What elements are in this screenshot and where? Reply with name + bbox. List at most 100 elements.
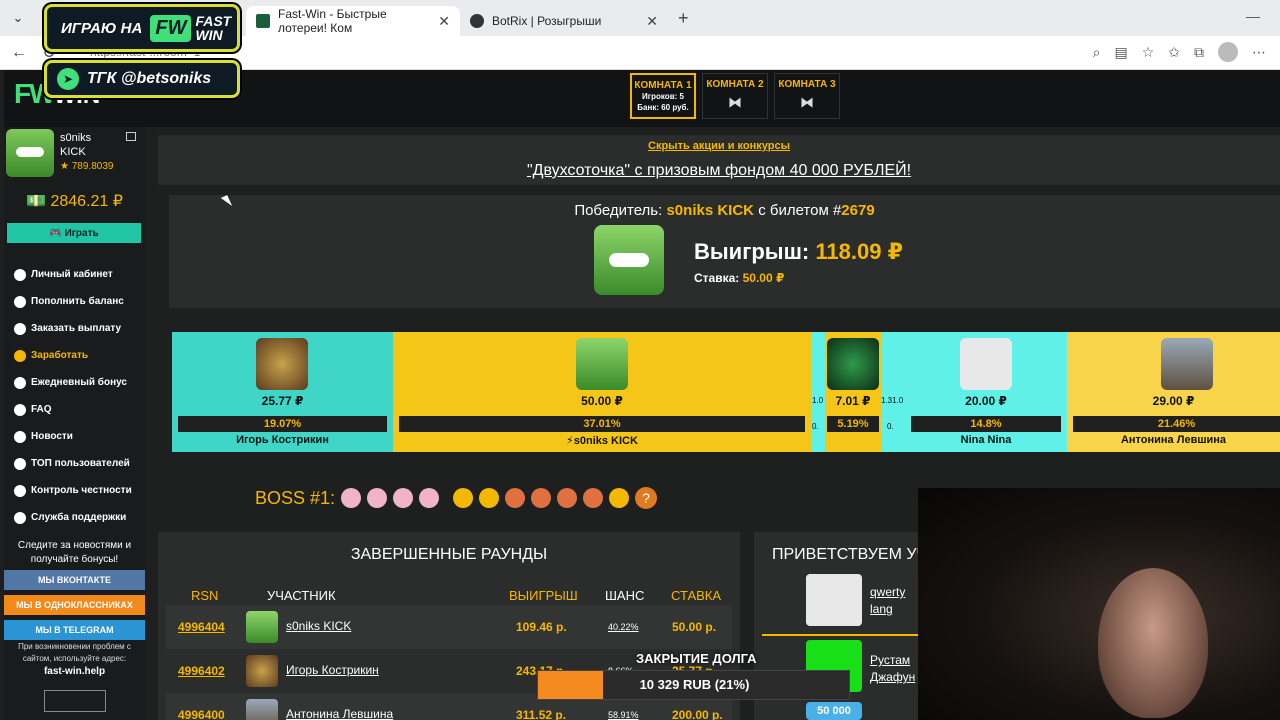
sidebar-item-withdraw[interactable]: Заказать выплату	[4, 315, 145, 342]
round-bet: 50.00 р.	[672, 620, 717, 634]
player-avatar	[576, 338, 628, 390]
round-win: 109.46 р.	[516, 620, 567, 634]
player-card[interactable]: 1.0 0.	[811, 332, 825, 452]
trophy-icon	[14, 457, 26, 470]
reader-icon[interactable]: ▤	[1114, 44, 1127, 61]
favorite-star-icon[interactable]: ☆	[1142, 44, 1155, 61]
player-card[interactable]: 25.77 ₽ 19.07% Игорь Кострикин	[172, 332, 393, 452]
vk-button[interactable]: МЫ ВКОНТАКТЕ	[4, 570, 145, 590]
sidebar-item-news[interactable]: Новости	[4, 423, 145, 450]
sidebar-item-account[interactable]: Личный кабинет	[4, 261, 145, 288]
round-player-name[interactable]: Игорь Кострикин	[286, 663, 379, 677]
player-percent: 37.01%	[399, 416, 805, 432]
winner-prefix: Победитель:	[574, 202, 663, 219]
col-header-player: УЧАСТНИК	[267, 588, 336, 603]
collections-icon[interactable]: ⧉	[1194, 44, 1204, 61]
round-player-name[interactable]: Антонина Левшина	[286, 707, 393, 720]
sidebar-item-top-users[interactable]: ТОП пользователей	[4, 450, 145, 477]
promo-contest-link[interactable]: "Двухсоточка" с призовым фондом 40 000 Р…	[158, 157, 1280, 185]
gift-icon	[14, 376, 26, 389]
profile-avatar-icon[interactable]	[1218, 42, 1238, 62]
sidebar-item-label: Личный кабинет	[31, 269, 113, 280]
fast-win-favicon-icon	[256, 14, 270, 28]
user-avatar[interactable]	[6, 129, 54, 177]
promo-text: ИГРАЮ НА	[61, 19, 143, 37]
hand-emoji-icon[interactable]	[609, 488, 630, 508]
room-name: КОМНАТА 2	[706, 79, 764, 90]
shuffle-icon	[14, 484, 26, 497]
kiss-emoji-icon[interactable]	[505, 488, 526, 508]
boss-help-icon[interactable]: ?	[635, 487, 658, 509]
round-rsn-link[interactable]: 4996402	[178, 664, 225, 678]
player-card[interactable]: 1.31.0 0.	[881, 332, 905, 452]
bookmark-icon	[14, 430, 26, 443]
streamer-face	[1098, 568, 1208, 718]
player-card[interactable]: 50.00 ₽ 37.01% ⚡s0niks KICK	[393, 332, 811, 452]
botrix-favicon-icon	[470, 14, 484, 28]
tab-list-dropdown-icon[interactable]: ⌄	[0, 0, 36, 36]
backup-address-text: При возникновении проблем с сайтом, испо…	[4, 641, 145, 678]
sidebar-item-label: Новости	[31, 431, 73, 442]
sidebar-item-faq[interactable]: FAQ	[4, 396, 145, 423]
money-icon	[14, 349, 26, 362]
sidebar-item-deposit[interactable]: Пополнить баланс	[4, 288, 145, 315]
kiss-emoji-icon[interactable]	[531, 488, 552, 508]
tab-botrix[interactable]: BotRix | Розыгрыши ✕	[460, 6, 668, 36]
close-tab-icon[interactable]: ✕	[438, 13, 450, 30]
sidebar-item-fairness[interactable]: Контроль честности	[4, 477, 145, 504]
angry-emoji-icon[interactable]	[557, 488, 578, 508]
round-rsn-link[interactable]: 4996400	[178, 708, 225, 720]
divider	[762, 634, 922, 636]
play-button[interactable]: 🎮 Играть	[7, 223, 141, 243]
player-card[interactable]: 29.00 ₽ 21.46% Антонина Левшина	[1067, 332, 1280, 452]
backup-url-link[interactable]: fast-win.help	[4, 666, 145, 678]
round-chance[interactable]: 40.22%	[608, 622, 639, 632]
round-avatar	[246, 655, 278, 687]
new-user-name[interactable]: Рустам Джафун	[870, 652, 915, 686]
sidebar-item-label: Заказать выплату	[31, 323, 122, 334]
round-rsn-link[interactable]: 4996404	[178, 620, 225, 634]
sidebar: s0niks KICK ★ 789.8039 💵 2846.21 ₽ 🎮 Игр…	[4, 127, 145, 720]
room-3-tab[interactable]: КОМНАТА 3 ⧓	[774, 73, 840, 119]
new-tab-icon[interactable]: +	[678, 8, 689, 29]
sidebar-item-label: ТОП пользователей	[31, 458, 130, 469]
laughing-emoji-icon[interactable]	[453, 488, 474, 508]
ok-button[interactable]: МЫ В ОДНОКЛАССНИКАХ	[4, 595, 145, 615]
stream-telegram-badge: ➤ ТГК @betsoniks	[44, 60, 240, 98]
round-player-name[interactable]: s0niks KICK	[286, 619, 351, 633]
round-chance[interactable]: 58.91%	[608, 710, 639, 720]
room-2-tab[interactable]: КОМНАТА 2 ⧓	[702, 73, 768, 119]
more-icon[interactable]: ⋯	[1252, 44, 1266, 61]
winner-name[interactable]: s0niks KICK	[666, 202, 754, 219]
back-icon[interactable]: ←	[4, 44, 34, 62]
hide-promos-link[interactable]: Скрыть акции и конкурсы	[158, 135, 1280, 157]
player-card[interactable]: 7.01 ₽ 5.19%	[825, 332, 881, 452]
player-card[interactable]: 20.00 ₽ 14.8% Nina Nina	[905, 332, 1067, 452]
profile-menu-icon[interactable]	[126, 132, 136, 141]
sidebar-item-daily-bonus[interactable]: Ежедневный бонус	[4, 369, 145, 396]
table-row[interactable]: 4996404 s0niks KICK 109.46 р. 40.22% 50.…	[166, 605, 732, 649]
minimize-window-icon[interactable]: —	[1246, 8, 1260, 24]
room-1-tab[interactable]: КОМНАТА 1 Игроков: 5 Банк: 60 руб.	[630, 73, 696, 119]
pig-emoji-icon[interactable]	[393, 488, 414, 508]
new-user-name-line-1: Рустам	[870, 653, 911, 667]
search-icon[interactable]: ⌕	[1093, 44, 1101, 61]
pig-emoji-icon[interactable]	[419, 488, 440, 508]
telegram-button[interactable]: МЫ В TELEGRAM	[4, 620, 145, 640]
laughing-emoji-icon[interactable]	[479, 488, 500, 508]
favorites-icon[interactable]: ✩	[1168, 44, 1180, 61]
sidebar-item-support[interactable]: Служба поддержки	[4, 504, 145, 531]
sidebar-item-earn[interactable]: Заработать	[4, 342, 145, 369]
room-players: Игроков: 5	[642, 92, 684, 101]
pig-emoji-icon[interactable]	[341, 488, 362, 508]
new-user-name[interactable]: qwerty lang	[870, 584, 905, 618]
boss-label: BOSS #1:	[255, 487, 336, 508]
new-user-name-line-2: lang	[870, 602, 893, 616]
close-tab-icon[interactable]: ✕	[646, 13, 658, 30]
promo-logo-win: WIN	[195, 27, 223, 43]
tab-fast-win[interactable]: Fast-Win - Быстрые лотереи! Ком ✕	[246, 6, 460, 36]
tab-title: Fast-Win - Быстрые лотереи! Ком	[278, 7, 387, 35]
player-small-label: 0.	[887, 422, 894, 431]
pig-emoji-icon[interactable]	[367, 488, 388, 508]
angry-emoji-icon[interactable]	[583, 488, 604, 508]
